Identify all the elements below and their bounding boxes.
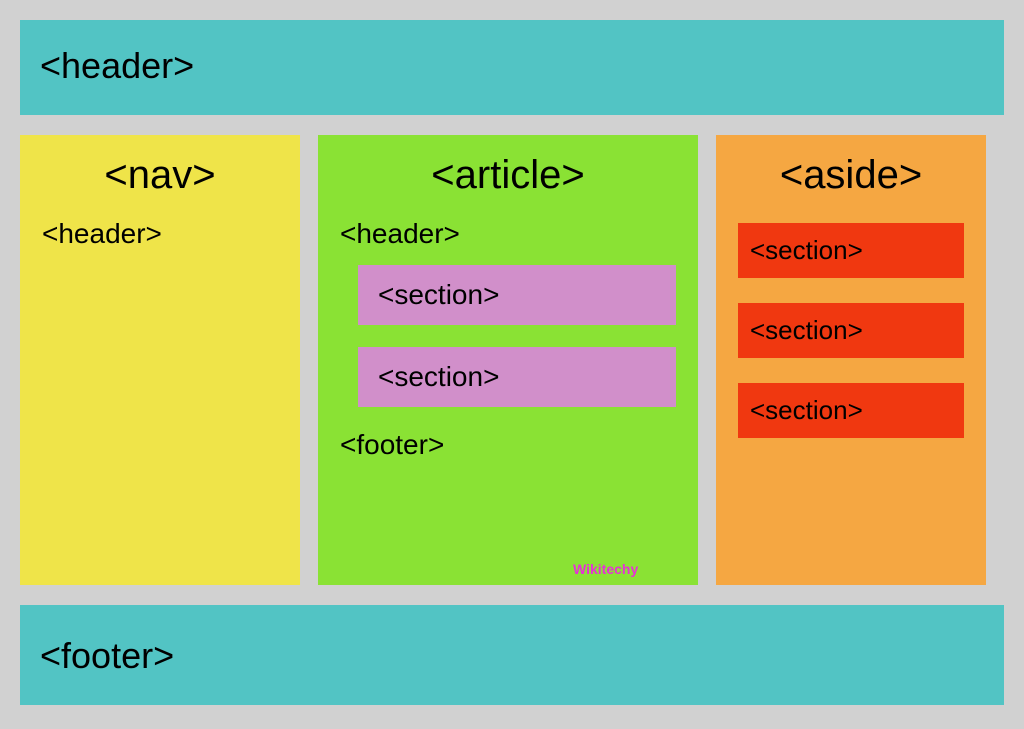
- nav-container: <nav> <header>: [20, 135, 300, 585]
- nav-header-label: <header>: [42, 218, 278, 250]
- aside-container: <aside> <section> <section> <section>: [716, 135, 986, 585]
- header-label: <header>: [40, 45, 194, 86]
- article-header-label: <header>: [340, 218, 676, 250]
- aside-title: <aside>: [738, 153, 964, 198]
- aside-section-1: <section>: [738, 223, 964, 278]
- article-footer-label: <footer>: [340, 429, 676, 461]
- article-title: <article>: [340, 153, 676, 198]
- article-section-1: <section>: [358, 265, 676, 325]
- article-section-2: <section>: [358, 347, 676, 407]
- watermark: Wikitechy: [573, 561, 638, 577]
- aside-section-2: <section>: [738, 303, 964, 358]
- page-header: <header>: [20, 20, 1004, 115]
- aside-section-3: <section>: [738, 383, 964, 438]
- page-footer: <footer>: [20, 605, 1004, 705]
- article-container: <article> <header> <section> <section> <…: [318, 135, 698, 585]
- nav-title: <nav>: [42, 153, 278, 198]
- main-content-row: <nav> <header> <article> <header> <secti…: [20, 135, 1004, 585]
- footer-label: <footer>: [40, 635, 174, 676]
